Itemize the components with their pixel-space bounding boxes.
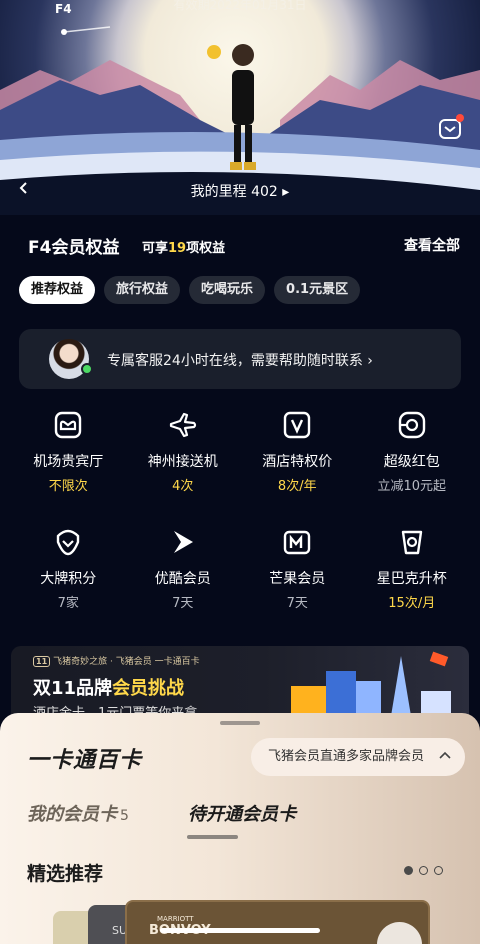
benefit-label: 机场贵宾厅 <box>33 454 104 470</box>
chevron-up-icon <box>439 751 451 759</box>
benefit-tabs: 推荐权益 旅行权益 吃喝玩乐 0.1元景区 <box>19 276 361 304</box>
youku-icon <box>173 531 193 553</box>
promo-badge: 11 <box>33 656 51 667</box>
notification-dot <box>456 114 464 122</box>
brand-member-pill[interactable]: 飞猪会员直通多家品牌会员 <box>251 738 465 776</box>
customer-service-banner[interactable]: 专属客服24小时在线，需要帮助随时联系 › <box>19 329 461 389</box>
benefit-label: 星巴克升杯 <box>376 571 447 587</box>
benefit-label: 优酷会员 <box>154 571 211 587</box>
benefit-item[interactable]: 优酷会员 7天 <box>126 525 241 620</box>
carousel-pager <box>404 866 443 875</box>
benefit-value: 7家 <box>57 596 79 611</box>
benefit-value: 7天 <box>172 596 194 611</box>
bottom-sheet[interactable]: 一卡通百卡 飞猪会员直通多家品牌会员 我的会员卡 5 待开通会员卡 精选推荐 SU… <box>0 713 480 944</box>
benefit-item[interactable]: 超级红包 立减10元起 <box>355 408 470 503</box>
service-text: 专属客服24小时在线，需要帮助随时联系 › <box>107 353 373 369</box>
sofa-icon <box>55 411 82 439</box>
pager-dot <box>419 866 428 875</box>
recommended-title: 精选推荐 <box>27 863 104 885</box>
benefit-label: 超级红包 <box>383 454 440 470</box>
card-badge <box>377 922 422 944</box>
benefit-item[interactable]: 星巴克升杯 15次/月 <box>355 525 470 620</box>
benefit-label: 芒果会员 <box>269 571 326 587</box>
benefit-item[interactable]: 机场贵宾厅 不限次 <box>11 408 126 503</box>
tab-food-fun[interactable]: 吃喝玩乐 <box>189 276 266 304</box>
plane-car-icon <box>169 412 196 438</box>
benefit-item[interactable]: 大牌积分 7家 <box>11 525 126 620</box>
my-miles[interactable]: 我的里程 402 ▸ <box>0 181 480 201</box>
promo-title-white: 双11品牌 <box>33 678 113 699</box>
tab-my-cards[interactable]: 我的会员卡 5 <box>27 800 129 826</box>
promo-tag-text: 飞猪奇妙之旅 · 飞猪会员 一卡通百卡 <box>53 657 200 667</box>
miles-row: 我的里程 402 ▸ <box>0 176 480 204</box>
benefit-label: 酒店特权价 <box>262 454 333 470</box>
benefits-title: F4会员权益 <box>28 238 120 258</box>
pager-dot <box>434 866 443 875</box>
benefit-value: 8次/年 <box>277 479 317 494</box>
benefit-item[interactable]: 芒果会员 7天 <box>240 525 355 620</box>
benefit-value: 7天 <box>286 596 308 611</box>
benefit-value: 15次/月 <box>388 596 436 611</box>
benefits-count-number: 19 <box>168 241 187 256</box>
heart-bag-icon <box>57 529 80 556</box>
message-icon[interactable] <box>439 119 461 139</box>
red-packet-icon <box>398 411 425 439</box>
pager-dot <box>404 866 413 875</box>
tab-pending-cards[interactable]: 待开通会员卡 <box>188 800 296 826</box>
benefit-item[interactable]: 酒店特权价 8次/年 <box>240 408 355 503</box>
benefits-grid: 机场贵宾厅 不限次 神州接送机 4次 酒店特权价 8次/年 超级红包 立减10元… <box>11 408 469 620</box>
benefits-count-prefix: 可享 <box>142 241 169 256</box>
promo-tag: 11 飞猪奇妙之旅 · 飞猪会员 一卡通百卡 <box>33 654 200 667</box>
sheet-title: 一卡通百卡 <box>27 748 143 773</box>
tab-travel[interactable]: 旅行权益 <box>104 276 181 304</box>
online-status-dot <box>81 363 93 375</box>
home-indicator <box>160 928 320 933</box>
active-tab-indicator <box>187 835 238 839</box>
tab-recommended[interactable]: 推荐权益 <box>19 276 96 304</box>
tab-scenic[interactable]: 0.1元景区 <box>274 276 361 304</box>
pill-text: 飞猪会员直通多家品牌会员 <box>268 749 425 764</box>
drag-handle[interactable] <box>220 721 260 725</box>
benefit-label: 神州接送机 <box>147 454 218 470</box>
benefit-label: 大牌积分 <box>40 571 97 587</box>
hotel-v-icon <box>284 411 311 439</box>
marriott-card[interactable]: MARRIOTT BONVOY <box>125 900 430 944</box>
benefit-value: 立减10元起 <box>377 479 447 494</box>
benefit-value: 不限次 <box>48 479 88 494</box>
tab-my-cards-label: 我的会员卡 <box>27 804 117 825</box>
promo-title: 双11品牌会员挑战 <box>33 674 184 700</box>
cup-icon <box>401 530 422 555</box>
tab-my-cards-count: 5 <box>120 808 129 824</box>
benefits-count-suffix: 项权益 <box>186 241 226 256</box>
validity-date: 有效期2022年01月31日 <box>173 0 307 12</box>
promo-title-gold: 会员挑战 <box>112 678 185 699</box>
mango-tv-icon <box>284 530 311 555</box>
benefit-value: 4次 <box>172 479 194 494</box>
view-all-link[interactable]: 查看全部 <box>404 235 460 255</box>
benefits-count: 可享19项权益 <box>142 237 225 256</box>
benefit-item[interactable]: 神州接送机 4次 <box>126 408 241 503</box>
